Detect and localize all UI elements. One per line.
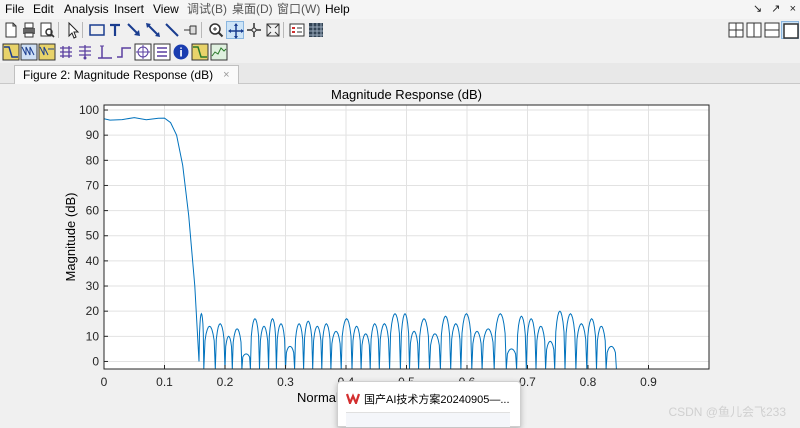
- x-tick-label: 0.3: [277, 375, 294, 389]
- toolbar-separator: [58, 22, 59, 38]
- phase-response-icon[interactable]: [20, 43, 38, 61]
- menu-item[interactable]: 调试(B): [187, 2, 227, 17]
- x-tick-label: 0.2: [217, 375, 234, 389]
- magnitude-response-chart[interactable]: 00.10.20.30.40.50.60.70.80.9010203040506…: [0, 84, 800, 425]
- toolbar-separator: [82, 22, 83, 38]
- fvtool-toolbar: i: [0, 41, 800, 63]
- split-vertical-icon[interactable]: [745, 21, 763, 39]
- close-window-button[interactable]: ×: [790, 3, 796, 15]
- arrow-icon[interactable]: [125, 21, 143, 39]
- info-icon[interactable]: i: [172, 43, 190, 61]
- y-axis-label: Magnitude (dB): [63, 193, 78, 282]
- text-icon[interactable]: [106, 21, 124, 39]
- pole-zero-icon[interactable]: [134, 43, 152, 61]
- group-delay-icon[interactable]: [57, 43, 75, 61]
- y-tick-label: 20: [86, 304, 100, 318]
- split-horizontal-icon[interactable]: [763, 21, 781, 39]
- y-tick-label: 40: [86, 254, 100, 268]
- grid-icon[interactable]: [307, 21, 325, 39]
- wps-icon: [346, 393, 360, 404]
- y-tick-label: 0: [92, 354, 99, 368]
- zoom-to-fit-icon[interactable]: [264, 21, 282, 39]
- menu-item[interactable]: Edit: [33, 2, 54, 17]
- toolbar-separator: [201, 22, 202, 38]
- popup-title: 国产AI技术方案20240905—...: [364, 394, 510, 406]
- x-tick-label: 0.1: [156, 375, 173, 389]
- rectangle-icon[interactable]: [88, 21, 106, 39]
- mag-phase-icon[interactable]: [38, 43, 56, 61]
- x-tick-label: 0.9: [640, 375, 657, 389]
- magnitude-response-icon[interactable]: [2, 43, 20, 61]
- figure-tab-row: Figure 2: Magnitude Response (dB) ×: [0, 63, 800, 84]
- print-icon[interactable]: [20, 21, 38, 39]
- single-icon[interactable]: [781, 21, 799, 39]
- close-tab-icon[interactable]: ×: [223, 66, 229, 84]
- menu-item[interactable]: Insert: [114, 2, 144, 17]
- zoom-in-icon[interactable]: [207, 21, 225, 39]
- y-tick-label: 10: [86, 329, 100, 343]
- y-tick-label: 60: [86, 204, 100, 218]
- x-tick-label: 0.7: [519, 375, 536, 389]
- coefficients-icon[interactable]: [153, 43, 171, 61]
- window-controls: ↘ ↗ ×: [747, 2, 796, 15]
- y-tick-label: 90: [86, 128, 100, 142]
- figure-toolbar: [0, 19, 800, 41]
- menu-bar: File Edit Analysis Insert View 调试(B) 桌面(D) 窗口(W…: [0, 0, 800, 19]
- impulse-response-icon[interactable]: [96, 43, 114, 61]
- x-tick-label: 0.8: [580, 375, 597, 389]
- pointer-icon[interactable]: [64, 21, 82, 39]
- phase-delay-icon[interactable]: [76, 43, 94, 61]
- toolbar-separator: [283, 22, 284, 38]
- figure-area: 00.10.20.30.40.50.60.70.80.9010203040506…: [0, 84, 800, 425]
- y-tick-label: 50: [86, 229, 100, 243]
- y-tick-label: 80: [86, 153, 100, 167]
- x-axis-label: Normal: [297, 390, 339, 405]
- menu-item[interactable]: File: [5, 2, 24, 17]
- menu-item[interactable]: 桌面(D): [232, 2, 273, 17]
- step-response-icon[interactable]: [115, 43, 133, 61]
- menu-item[interactable]: Analysis: [64, 2, 109, 17]
- legend-icon[interactable]: [288, 21, 306, 39]
- print-preview-icon[interactable]: [38, 21, 56, 39]
- tab-figure-2[interactable]: Figure 2: Magnitude Response (dB) ×: [14, 65, 239, 84]
- magnitude-estimate-icon[interactable]: [191, 43, 209, 61]
- menu-item[interactable]: View: [153, 2, 179, 17]
- chart-title: Magnitude Response (dB): [331, 87, 482, 102]
- tab-label: Figure 2: Magnitude Response (dB): [23, 68, 214, 82]
- pan-icon[interactable]: [226, 21, 244, 39]
- svg-text:i: i: [179, 46, 182, 60]
- new-figure-icon[interactable]: [2, 21, 20, 39]
- watermark: CSDN @鱼儿会飞233: [668, 405, 786, 419]
- y-tick-label: 30: [86, 279, 100, 293]
- double-arrow-icon[interactable]: [144, 21, 162, 39]
- taskbar-preview-popup[interactable]: 国产AI技术方案20240905—...: [337, 381, 521, 427]
- dock-button[interactable]: ↘: [753, 3, 762, 15]
- undock-button[interactable]: ↗: [771, 3, 780, 15]
- x-tick-label: 0: [101, 375, 108, 389]
- y-tick-label: 70: [86, 178, 100, 192]
- menu-item[interactable]: Help: [325, 2, 350, 17]
- noise-power-icon[interactable]: [210, 43, 228, 61]
- tile-icon[interactable]: [727, 21, 745, 39]
- pin-icon[interactable]: [182, 21, 200, 39]
- menu-item[interactable]: 窗口(W): [277, 2, 320, 17]
- data-cursor-icon[interactable]: [245, 21, 263, 39]
- line-icon[interactable]: [163, 21, 181, 39]
- y-tick-label: 100: [79, 103, 99, 117]
